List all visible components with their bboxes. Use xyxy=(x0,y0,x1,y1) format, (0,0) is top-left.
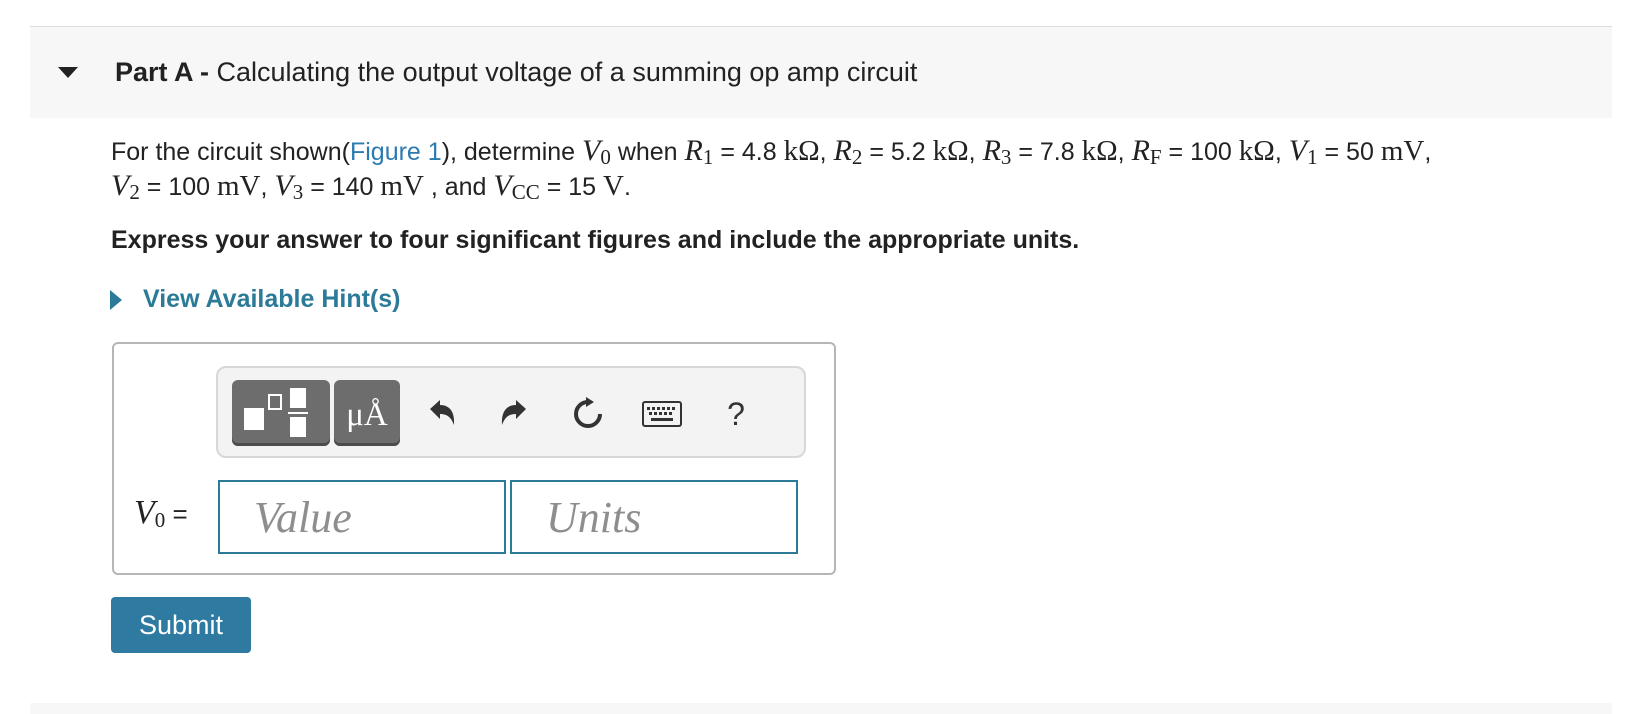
next-part-header-edge xyxy=(30,703,1612,714)
units-input[interactable] xyxy=(510,480,798,554)
part-title: Part A - Calculating the output voltage … xyxy=(115,57,917,88)
part-prefix: Part A - xyxy=(115,57,210,87)
value-input[interactable] xyxy=(218,480,506,554)
vo-variable: V0 xyxy=(582,134,611,169)
figure-link[interactable]: Figure 1 xyxy=(350,138,442,166)
view-hints-label: View Available Hint(s) xyxy=(143,285,401,313)
view-hints-toggle[interactable]: View Available Hint(s) xyxy=(110,285,400,314)
undo-icon[interactable] xyxy=(418,390,466,438)
reset-icon[interactable] xyxy=(564,390,612,438)
collapse-caret-icon[interactable] xyxy=(58,67,78,78)
part-title-text: Calculating the output voltage of a summ… xyxy=(216,57,918,87)
caret-right-icon xyxy=(110,289,122,310)
keyboard-icon[interactable] xyxy=(638,390,686,438)
answer-box: μÅ ? V0 = xyxy=(112,342,836,575)
help-icon[interactable]: ? xyxy=(712,390,760,438)
templates-icon[interactable] xyxy=(232,380,330,446)
instruction-text: Express your answer to four significant … xyxy=(111,226,1080,254)
math-toolbar: μÅ ? xyxy=(216,366,806,458)
question-text: For the circuit shown(Figure 1), determi… xyxy=(111,134,1432,204)
submit-button[interactable]: Submit xyxy=(111,597,251,653)
vo-label: V0 = xyxy=(134,494,188,532)
redo-icon[interactable] xyxy=(490,390,538,438)
units-icon[interactable]: μÅ xyxy=(334,380,400,446)
part-header[interactable]: Part A - Calculating the output voltage … xyxy=(30,27,1612,118)
